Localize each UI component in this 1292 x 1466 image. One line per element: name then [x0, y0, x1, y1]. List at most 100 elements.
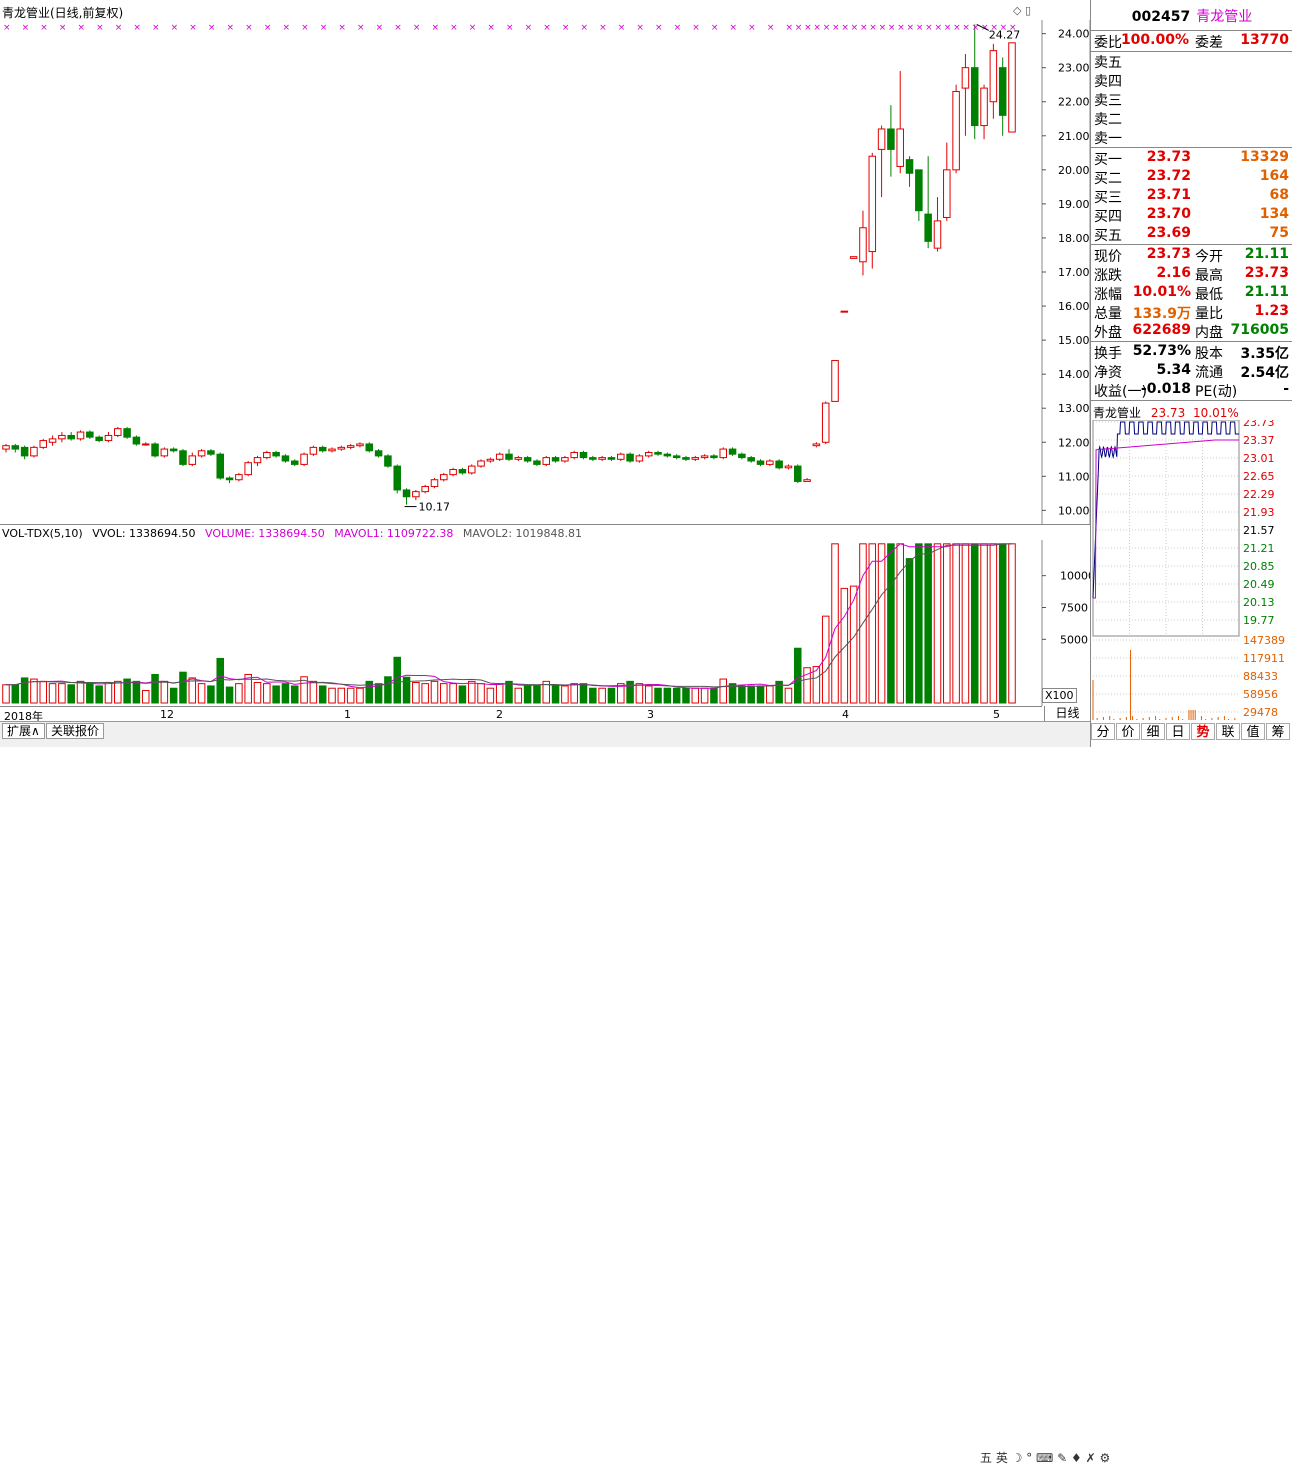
price-tick-label: 21.00	[1058, 130, 1090, 143]
mini-tab[interactable]: 价	[1116, 723, 1140, 740]
candle	[756, 459, 765, 467]
period-button[interactable]: 日线	[1044, 706, 1090, 722]
candle	[840, 310, 849, 313]
row-value-2: 716005	[1230, 322, 1289, 338]
candle	[179, 449, 187, 467]
price-tick-label: 11.00	[1058, 470, 1090, 483]
candle	[849, 256, 858, 259]
row-label-2: 内盘	[1195, 325, 1223, 341]
volume-bar	[207, 685, 215, 704]
candle	[887, 105, 895, 177]
time-axis: 2018年 12 1 2 3 4 5	[0, 706, 1042, 723]
ime-toolbar[interactable]: 五 英 ☽ ° ⌨ ✎ ♦ ✗ ⚙	[980, 1449, 1110, 1466]
kline-panel[interactable]: 青龙管业(日线,前复权) ◇ ▯ 24.00 23.00 22.00 21.00 20.…	[0, 0, 1090, 747]
row-label-2: 今开	[1195, 249, 1223, 265]
candle	[123, 426, 131, 439]
volume-bar	[458, 685, 467, 704]
candle	[290, 459, 299, 467]
volume-bar	[430, 680, 439, 704]
intraday-price-tick: 21.57	[1243, 524, 1275, 537]
intraday-price-tick: 23.37	[1243, 434, 1275, 447]
candle	[598, 455, 606, 461]
related-quotes-tab[interactable]: 关联报价	[46, 723, 105, 739]
volume-bar	[48, 683, 57, 704]
buy-level-row: 买三 23.71 68	[1091, 187, 1292, 206]
panel-control-icons[interactable]: ◇ ▯	[1013, 4, 1031, 17]
candle	[421, 484, 429, 494]
buy-level-row: 买四 23.70 134	[1091, 206, 1292, 225]
volume-bar	[793, 647, 802, 704]
candle	[253, 455, 262, 467]
volume-bar	[58, 683, 66, 704]
mini-tab[interactable]: 筹	[1266, 723, 1290, 740]
price-stat-row: 现价 23.73 今开 21.11	[1091, 246, 1292, 265]
intraday-price-tick: 23.73	[1243, 420, 1275, 429]
candle	[589, 455, 597, 461]
expand-tab[interactable]: 扩展∧	[2, 723, 45, 739]
row-label: 买三	[1094, 190, 1122, 206]
volume-chart[interactable]: 10000 7500 5000	[0, 540, 1090, 706]
candlestick-chart[interactable]: 24.00 23.00 22.00 21.00 20.00 19.00 18.00 17.00…	[0, 20, 1090, 524]
candle	[896, 71, 904, 174]
candle	[58, 432, 66, 443]
volume-bar	[467, 680, 476, 704]
row-value-2: 23.73	[1244, 265, 1289, 281]
mini-tab[interactable]: 分	[1091, 723, 1115, 740]
candle	[877, 125, 886, 198]
row-label: 买一	[1094, 152, 1122, 168]
candle	[141, 442, 150, 446]
volume-bar	[551, 685, 560, 704]
candle	[216, 452, 225, 480]
panel-divider	[0, 524, 1090, 525]
candle	[868, 152, 877, 269]
signal-mark: ×	[692, 23, 700, 33]
candle	[533, 459, 541, 467]
signal-mark: ×	[450, 23, 458, 33]
volume-bar	[421, 683, 429, 704]
price-stat-row: 涨跌 2.16 最高 23.73	[1091, 265, 1292, 284]
mini-tab[interactable]: 日	[1166, 723, 1190, 740]
candle	[337, 445, 346, 451]
time-label: 4	[842, 708, 849, 721]
candle	[486, 457, 495, 463]
candle	[523, 455, 532, 463]
signal-mark: ×	[897, 23, 905, 33]
row-label-2: 量比	[1195, 306, 1223, 322]
candle	[67, 432, 75, 441]
candle	[728, 447, 737, 456]
price-tick-label: 13.00	[1058, 402, 1090, 415]
candle	[542, 455, 551, 467]
volume-bar	[114, 680, 122, 704]
signal-mark: ×	[413, 23, 421, 33]
candle	[197, 449, 206, 458]
mini-tab[interactable]: 联	[1216, 723, 1240, 740]
row-value: 23.73	[1146, 149, 1191, 165]
mini-tab[interactable]: 细	[1141, 723, 1165, 740]
mavol1-value: MAVOL1: 1109722.38	[334, 527, 454, 540]
intraday-stock-name: 青龙管业	[1093, 406, 1142, 420]
candle	[961, 54, 970, 136]
volume-bar	[644, 685, 653, 704]
signal-mark: ×	[888, 23, 896, 33]
volume-bar	[76, 680, 85, 704]
signal-mark: ×	[525, 23, 533, 33]
candle	[617, 452, 625, 461]
mini-tab[interactable]: 值	[1241, 723, 1265, 740]
volume-bar	[393, 656, 401, 704]
signal-mark: ×	[562, 23, 570, 33]
mini-tab[interactable]: 势	[1191, 723, 1215, 740]
volume-bar	[719, 678, 728, 704]
intraday-chart[interactable]: 23.73 23.37 23.01 22.65 22.29 21.93 21.57 21.21…	[1091, 420, 1292, 720]
signal-mark: ×	[506, 23, 514, 33]
row-label: 涨幅	[1094, 287, 1122, 303]
intraday-price-tick: 20.49	[1243, 578, 1275, 591]
volume-bar	[86, 683, 94, 704]
signal-mark: ×	[879, 23, 887, 33]
candle	[430, 478, 439, 489]
row-value: 23.71	[1146, 187, 1191, 203]
volume-bar	[235, 683, 243, 704]
volume-bar	[216, 657, 225, 704]
volume-bar	[141, 690, 150, 704]
volume-bar	[682, 687, 690, 704]
intraday-price-tick: 23.01	[1243, 452, 1275, 465]
